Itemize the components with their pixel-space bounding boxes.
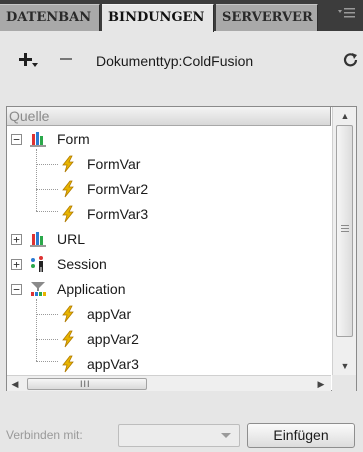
column-header-source[interactable]: Quelle: [7, 107, 331, 126]
bindings-toolbar: Dokumenttyp:ColdFusion: [0, 31, 363, 83]
document-type-label: Dokumenttyp:ColdFusion: [96, 53, 254, 69]
tree-item-label: FormVar: [87, 156, 141, 172]
lightning-icon: [59, 205, 77, 223]
horizontal-scrollbar[interactable]: ◀ III ▶: [7, 375, 331, 391]
tree-item-label: appVar: [87, 306, 132, 322]
tree-node-label: Session: [57, 256, 107, 272]
tab-serververhalten[interactable]: SERVERVER: [216, 4, 318, 31]
session-icon: [29, 255, 47, 273]
scroll-up-icon[interactable]: ▲: [333, 107, 357, 125]
insert-button[interactable]: Einfügen: [247, 423, 355, 448]
collapse-icon[interactable]: −: [11, 284, 22, 295]
scroll-down-icon[interactable]: ▼: [333, 357, 357, 375]
scroll-right-icon[interactable]: ▶: [313, 376, 329, 392]
scroll-left-icon[interactable]: ◀: [7, 376, 23, 392]
form-icon: [29, 130, 47, 148]
lightning-icon: [59, 305, 77, 323]
bind-to-select[interactable]: [118, 424, 240, 447]
tree-item-appvar[interactable]: appVar: [7, 302, 327, 327]
tree-node-label: Form: [57, 131, 90, 147]
tree-node-label: URL: [57, 231, 86, 247]
minus-icon[interactable]: [58, 51, 74, 71]
lightning-icon: [59, 180, 77, 198]
panel-tab-bar: DATENBAN BINDUNGEN SERVERVER: [0, 0, 363, 32]
vertical-scroll-thumb[interactable]: [336, 125, 353, 337]
bindings-tree: − Form FormVar FormVar2 FormVar3 + URL +…: [7, 127, 331, 375]
grip-icon: III: [80, 379, 91, 389]
expand-icon[interactable]: +: [11, 259, 22, 270]
tree-item-label: appVar3: [87, 356, 139, 372]
bind-bar: Verbinden mit: Einfügen: [0, 420, 363, 452]
tab-bindungen[interactable]: BINDUNGEN: [102, 4, 214, 32]
bindings-tree-panel: Quelle − Form FormVar FormVar2 FormVar3 …: [6, 106, 357, 391]
tree-item-label: appVar2: [87, 331, 139, 347]
plus-icon[interactable]: [18, 50, 40, 74]
tree-item-label: FormVar2: [87, 181, 149, 197]
lightning-icon: [59, 155, 77, 173]
tree-item-formvar3[interactable]: FormVar3: [7, 202, 327, 227]
lightning-icon: [59, 355, 77, 373]
tree-node-application[interactable]: − Application: [7, 277, 327, 302]
tab-datenbanken[interactable]: DATENBAN: [0, 4, 100, 31]
vertical-scrollbar[interactable]: ▲ ▼: [332, 107, 356, 375]
tree-item-formvar2[interactable]: FormVar2: [7, 177, 327, 202]
scrollbar-corner: [332, 375, 356, 391]
collapse-icon[interactable]: −: [11, 134, 22, 145]
tree-node-form[interactable]: − Form: [7, 127, 327, 152]
panel-menu-icon[interactable]: [335, 6, 359, 26]
lightning-icon: [59, 330, 77, 348]
tree-item-appvar3[interactable]: appVar3: [7, 352, 327, 375]
tree-item-label: FormVar3: [87, 206, 149, 222]
tree-node-url[interactable]: + URL: [7, 227, 327, 252]
tree-node-session[interactable]: + Session: [7, 252, 327, 277]
expand-icon[interactable]: +: [11, 234, 22, 245]
application-icon: [29, 280, 47, 298]
tree-item-formvar[interactable]: FormVar: [7, 152, 327, 177]
bind-to-label: Verbinden mit:: [6, 428, 83, 442]
chevron-down-icon: [221, 433, 231, 438]
horizontal-scroll-thumb[interactable]: III: [27, 378, 147, 390]
tree-node-label: Application: [57, 281, 126, 297]
grip-icon: [341, 225, 349, 232]
refresh-icon[interactable]: [342, 51, 360, 73]
column-header-label: Quelle: [9, 108, 50, 124]
tree-item-appvar2[interactable]: appVar2: [7, 327, 327, 352]
url-icon: [29, 230, 47, 248]
